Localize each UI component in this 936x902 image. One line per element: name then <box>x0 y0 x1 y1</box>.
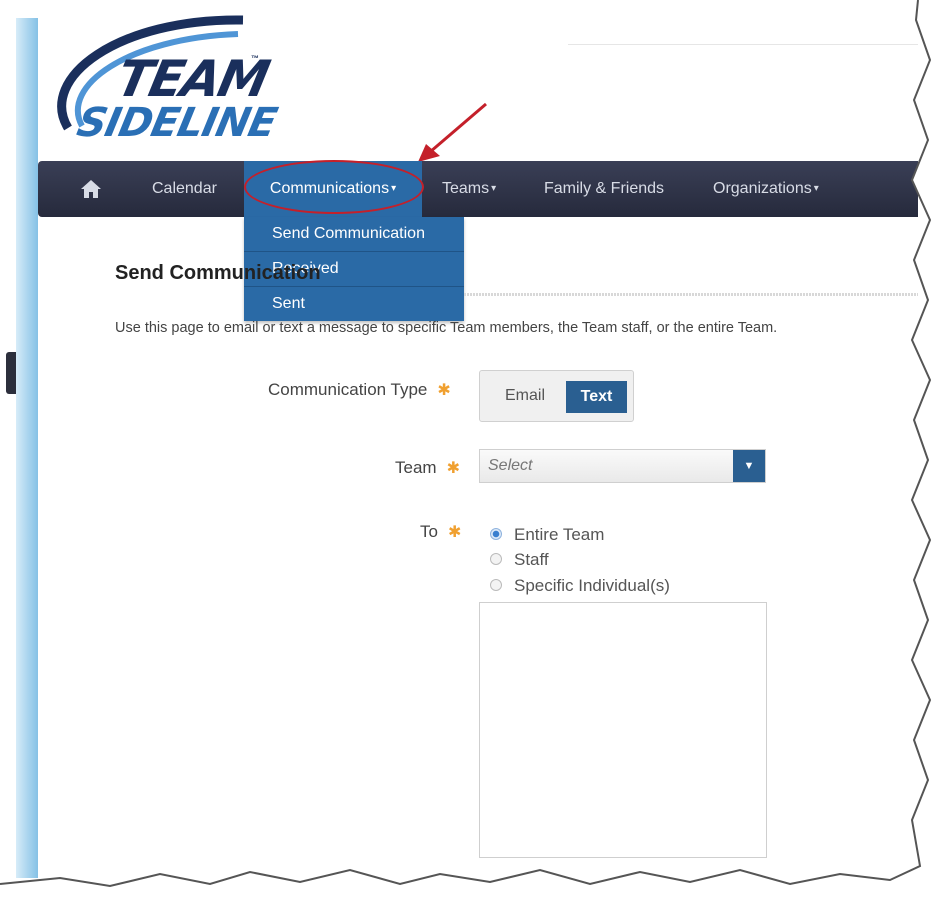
torn-edge-overlay <box>0 0 936 902</box>
